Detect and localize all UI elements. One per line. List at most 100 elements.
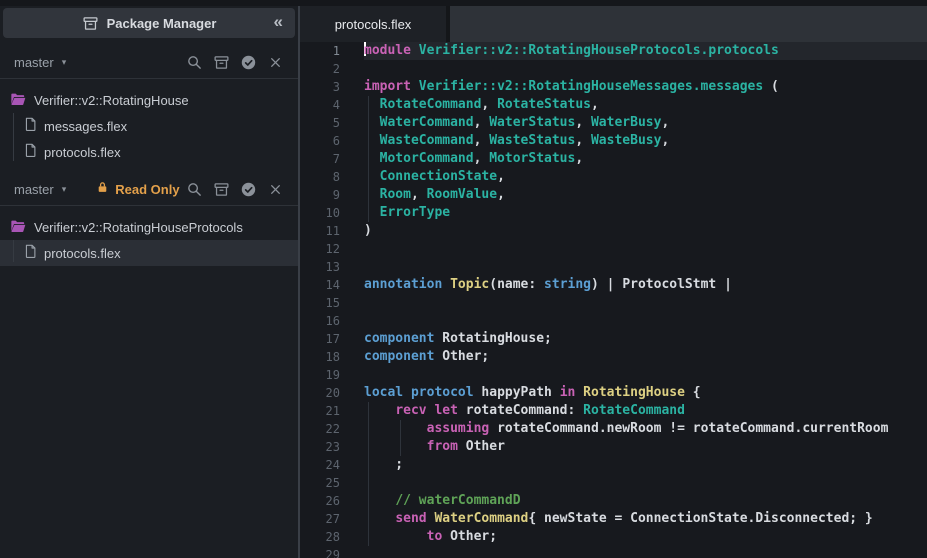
token: string [544,277,592,292]
line-number: 14 [325,278,340,292]
main-layout: Package Manager « master ▾ Verifier::v2::R… [0,6,927,558]
code-line[interactable]: 25 [300,474,927,492]
app-window: Package Manager « master ▾ Verifier::v2::R… [0,0,927,558]
check-circle-icon[interactable] [239,180,257,198]
code-line[interactable]: 20 local protocol happyPath in RotatingHo… [300,384,927,402]
file-row[interactable]: protocols.flex [0,139,298,165]
file-label: protocols.flex [44,245,121,261]
line-number: 28 [325,530,340,544]
token: Other; [442,529,498,544]
code-text: // waterCommandD [364,492,927,510]
code-line[interactable]: 23 from Other [300,438,927,456]
line-number: 12 [325,242,340,256]
caret-down-icon: ▾ [61,56,67,67]
token: from [426,439,458,454]
file-icon [24,244,37,262]
code-line[interactable]: 24 ; [300,456,927,474]
package-icon[interactable] [212,180,230,198]
code-editor[interactable]: 1 module Verifier::v2::RotatingHouseProto… [300,42,927,558]
code-line[interactable]: 26 // waterCommandD [300,492,927,510]
file-list: messages.flex protocols.flex [0,113,298,165]
file-list: protocols.flex [0,240,298,266]
line-number: 13 [325,260,340,274]
search-icon[interactable] [185,53,203,71]
code-line[interactable]: 27 send WaterCommand{ newState = Connect… [300,510,927,528]
tab-protocols-flex[interactable]: protocols.flex [300,6,446,42]
section-divider [0,205,298,206]
close-icon[interactable] [266,53,284,71]
line-number: 22 [325,422,340,436]
package-manager-header[interactable]: Package Manager « [3,8,295,38]
folder-row[interactable]: Verifier::v2::RotatingHouse [0,87,298,113]
code-line[interactable]: 9 Room, RoomValue, [300,186,927,204]
token: RotateCommand [583,403,685,418]
code-line[interactable]: 13 [300,258,927,276]
line-number: 23 [325,440,340,454]
line-number: 7 [332,152,340,166]
code-line[interactable]: 1 module Verifier::v2::RotatingHouseProto… [300,42,927,60]
code-line[interactable]: 12 [300,240,927,258]
token: { [684,385,701,400]
code-line[interactable]: 15 [300,294,927,312]
token: ) [364,223,372,238]
package-icon[interactable] [212,53,230,71]
section-divider [0,78,298,79]
branch-dropdown[interactable]: master ▾ [14,55,66,70]
code-line[interactable]: 8 ConnectionState, [300,168,927,186]
token: protocol [410,385,474,400]
close-icon[interactable] [266,180,284,198]
token: MotorStatus [489,151,576,166]
line-number: 4 [332,98,340,112]
token: , [473,151,490,166]
code-line[interactable]: 10 ErrorType [300,204,927,222]
token: Verifier::v2::RotatingHouseMessages.mess… [418,79,764,94]
code-line[interactable]: 28 to Other; [300,528,927,546]
code-line[interactable]: 29 [300,546,927,558]
code-line[interactable]: 22 assuming rotateCommand.newRoom != rot… [300,420,927,438]
code-text: to Other; [364,528,927,546]
code-line[interactable]: 7 MotorCommand, MotorStatus, [300,150,927,168]
folder-row[interactable]: Verifier::v2::RotatingHouseProtocols [0,214,298,240]
code-line[interactable]: 5 WaterCommand, WaterStatus, WaterBusy, [300,114,927,132]
file-row[interactable]: protocols.flex [0,240,298,266]
code-line[interactable]: 14 annotation Topic(name: string) | Proto… [300,276,927,294]
token: , [661,115,670,130]
check-circle-icon[interactable] [239,53,257,71]
code-line[interactable]: 21 recv let rotateCommand: RotateCommand [300,402,927,420]
tab-bar: protocols.flex [300,6,927,42]
branch-dropdown[interactable]: master ▾ [14,182,66,197]
code-line[interactable]: 17 component RotatingHouse; [300,330,927,348]
file-label: protocols.flex [44,144,121,160]
token: RotateCommand [379,97,482,112]
token: RotateStatus [497,97,591,112]
file-row[interactable]: messages.flex [0,113,298,139]
code-line[interactable]: 19 [300,366,927,384]
line-number: 27 [325,512,340,526]
worktree-toolbar [185,53,284,71]
code-line[interactable]: 3 import Verifier::v2::RotatingHouseMessa… [300,78,927,96]
file-icon [24,117,37,135]
caret-down-icon: ▾ [61,183,67,194]
code-line[interactable]: 16 [300,312,927,330]
code-text: import Verifier::v2::RotatingHouseMessag… [364,78,927,96]
token: , [473,115,490,130]
code-line[interactable]: 4 RotateCommand, RotateStatus, [300,96,927,114]
code-line[interactable]: 6 WasteCommand, WasteStatus, WasteBusy, [300,132,927,150]
token: MotorCommand [379,151,474,166]
token: , [481,97,498,112]
folder-icon [10,219,26,236]
collapse-panel-icon[interactable]: « [274,12,283,32]
code-text: WasteCommand, WasteStatus, WasteBusy, [364,132,927,150]
code-line[interactable]: 18 component Other; [300,348,927,366]
code-line[interactable]: 2 [300,60,927,78]
branch-label: master [14,54,54,70]
search-icon[interactable] [185,180,203,198]
code-text: RotateCommand, RotateStatus, [364,96,927,114]
code-line[interactable]: 11) [300,222,927,240]
token: Topic [450,277,490,292]
